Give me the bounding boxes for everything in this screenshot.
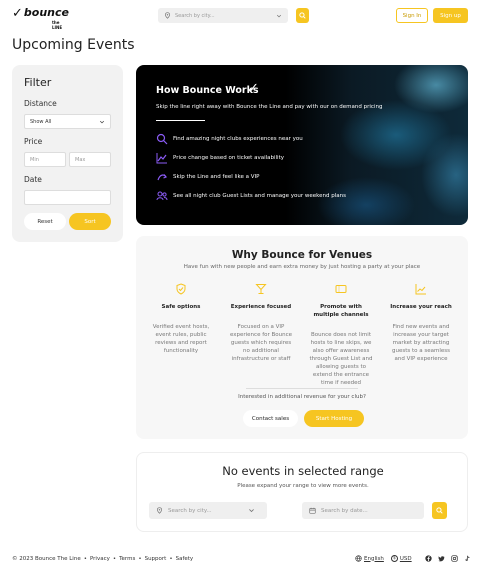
empty-title: No events in selected range [222,464,384,478]
feature-desc: Bounce does not limit hosts to line skip… [309,332,373,386]
feature-desc: Focused on a VIP experience for Bounce g… [229,324,293,362]
distance-label: Distance [24,99,57,108]
venues-divider [246,388,358,389]
venues-section: Why Bounce for Venues Have fun with new … [136,236,468,439]
footer-separator: • [83,556,87,562]
empty-state: No events in selected range Please expan… [136,452,468,532]
footer-link-support[interactable]: Support [145,556,167,562]
users-icon [156,191,168,201]
venues-title: Why Bounce for Venues [231,249,373,261]
hero-item-text: See all night club Guest Lists and manag… [173,193,347,199]
cocktail-icon [255,284,267,294]
facebook-icon[interactable] [424,555,432,562]
venue-feature-experience: Experience focused Focused on a VIP expe… [228,283,294,362]
hero-item-search: Find amazing night clubs experiences nea… [156,133,303,145]
globe-icon [355,555,362,562]
search-icon [156,133,168,145]
sort-button[interactable]: Sort [69,213,111,230]
price-min-input[interactable]: Min [24,152,66,167]
hero-item-guests: See all night club Guest Lists and manag… [156,190,346,202]
sign-in-button[interactable]: Sign In [396,8,428,23]
footer-link-terms[interactable]: Terms [119,556,135,562]
instagram-icon[interactable] [450,555,458,562]
search-button[interactable] [296,8,309,23]
calendar-icon [309,507,316,514]
city-placeholder: Search by city... [168,507,212,514]
logo-name: bounce [23,6,69,19]
brand-logo[interactable]: ✓ bounce the LINE [12,6,69,31]
interest-text: Interested in additional revenue for you… [238,394,366,400]
copyright-text: © 2023 Bounce The Line [12,556,81,562]
venue-feature-safe: Safe options Verified event hosts, event… [148,283,214,354]
feature-title: Safe options [161,304,201,310]
date-label: Date [24,175,42,184]
date-placeholder: Search by date... [321,507,368,514]
hero-item-price: Price change based on ticket availabilit… [156,152,284,164]
chevron-down-icon [99,120,105,123]
distance-select[interactable]: Show All [24,114,111,129]
footer-link-safety[interactable]: Safety [176,556,194,562]
chevron-down-icon[interactable] [248,507,255,514]
twitter-icon[interactable] [437,555,445,562]
currency-selector[interactable]: USD [400,556,412,562]
feature-title: Experience focused [230,304,292,310]
hero-item-text: Find amazing night clubs experiences nea… [173,136,303,142]
venues-subtitle: Have fun with new people and earn extra … [183,264,421,270]
search-icon [299,12,306,19]
chart-up-icon [415,284,426,295]
hero-check-icon: ✓ [248,81,259,96]
reset-button[interactable]: Reset [24,213,66,230]
feature-desc: Verified event hosts, event rules, publi… [152,324,210,354]
logo-tagline: the LINE [52,20,63,30]
shield-icon [176,283,186,295]
empty-subtitle: Please expand your range to view more ev… [237,483,369,489]
hero-item-text: Skip the Line and feel like a VIP [173,174,260,180]
footer-separator: • [138,556,142,562]
price-max-input[interactable]: Max [69,152,111,167]
hero-title: How Bounce Works [156,85,259,96]
chart-icon [156,153,167,164]
feature-title: Increase your reach [390,304,452,310]
empty-search-button[interactable] [432,502,447,519]
venue-feature-reach: Increase your reach Find new events and … [388,283,454,362]
feature-desc: Find new events and increase your target… [391,324,450,362]
hero-item-text: Price change based on ticket availabilit… [173,155,284,161]
logo-check-icon: ✓ [12,6,23,21]
currency-icon: $ [390,555,398,562]
arrow-icon [157,174,167,181]
sign-up-button[interactable]: Sign up [433,8,468,23]
start-hosting-button[interactable]: Start Hosting [304,410,364,427]
hero-divider [156,120,205,121]
feature-title: Promote with multiple channels [313,304,369,318]
page-title: Upcoming Events [12,37,135,53]
footer-separator: • [112,556,117,562]
empty-date-search-input[interactable]: Search by date... [302,502,424,519]
hero-item-skip: Skip the Line and feel like a VIP [156,171,260,183]
empty-city-search-input[interactable]: Search by city... [149,502,267,519]
date-input[interactable] [24,190,111,205]
hero-subtitle: Skip the line right away with Bounce the… [156,104,383,110]
city-search-input[interactable]: Search by city... [158,8,288,23]
venue-feature-promote: Promote with multiple channels Bounce do… [308,283,374,386]
top-header: ✓ bounce the LINE Search by city... Sign… [0,0,480,32]
footer-link-privacy[interactable]: Privacy [90,556,110,562]
tiktok-icon[interactable] [464,555,471,562]
ticket-icon [335,285,347,293]
location-pin-icon [157,507,162,514]
price-label: Price [24,137,43,146]
footer: © 2023 Bounce The Line • Privacy • Terms… [0,549,480,569]
filter-title: Filter [24,76,52,89]
footer-separator: • [169,556,173,562]
how-it-works-banner: How Bounce Works ✓ Skip the line right a… [136,65,468,225]
footer-settings: English $ USD [355,555,471,562]
distance-value: Show All [30,118,52,125]
contact-sales-button[interactable]: Contact sales [243,410,298,427]
footer-links: © 2023 Bounce The Line • Privacy • Terms… [12,556,193,562]
search-icon [436,507,443,514]
location-pin-icon [165,12,170,19]
language-selector[interactable]: English [364,556,384,562]
search-placeholder: Search by city... [175,12,215,19]
chevron-down-icon[interactable] [276,13,282,19]
